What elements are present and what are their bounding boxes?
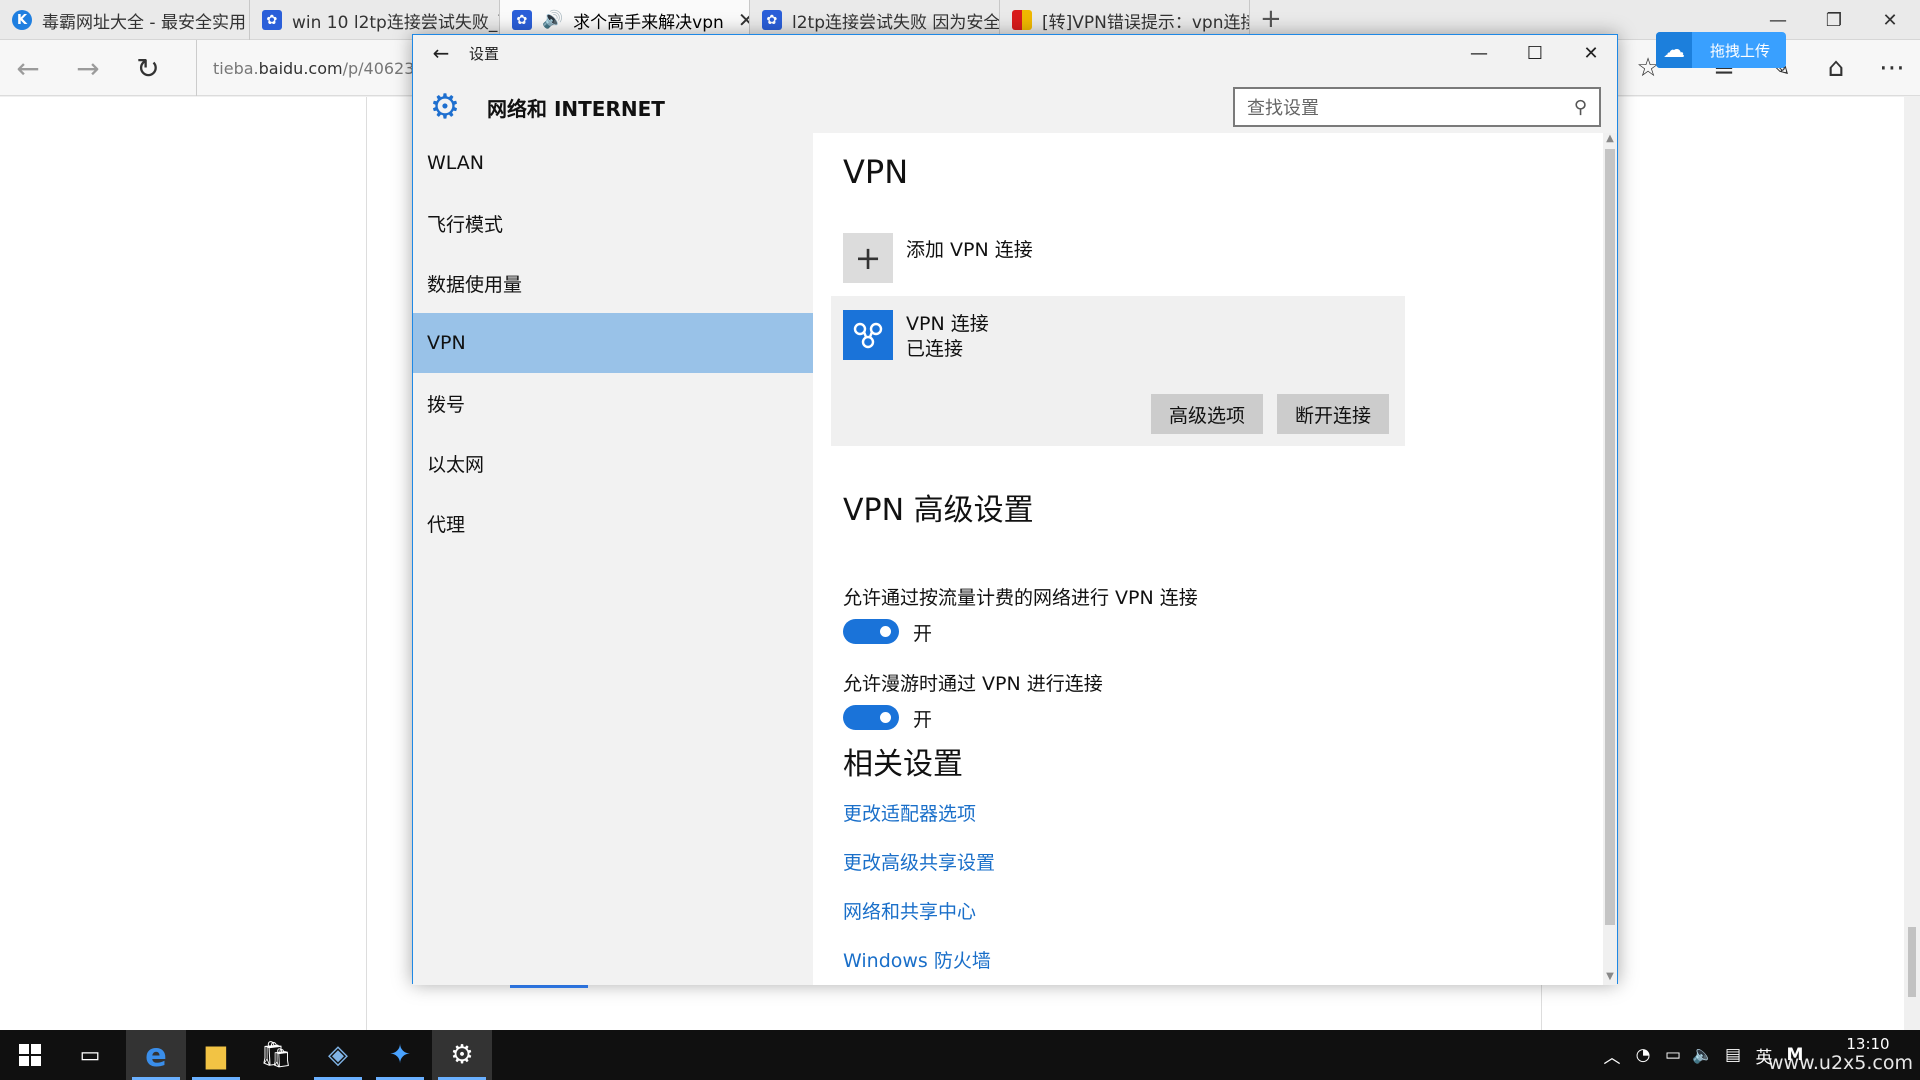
sidebar-item-ethernet[interactable]: 以太网 (413, 433, 813, 493)
page-heading: VPN (843, 153, 909, 191)
task-view-icon[interactable]: ▭ (60, 1030, 120, 1080)
settings-gear-taskbar-icon[interactable]: ⚙ (432, 1030, 492, 1080)
add-vpn-label: 添加 VPN 连接 (906, 239, 1033, 261)
taskbar: ▭ e ▆ 🛍 ◈ ✦ ⚙ ︿ ◔ ▭ 🔈 ▤ 英 M 13:10 (0, 1030, 1920, 1080)
scroll-up-icon[interactable]: ▲ (1603, 133, 1617, 144)
settings-close-icon[interactable]: ✕ (1563, 35, 1619, 71)
search-icon[interactable]: ⚲ (1574, 97, 1587, 118)
watermark-text: www.u2x5.com (1768, 1052, 1913, 1074)
sidebar-item-airplane-mode[interactable]: 飞行模式 (413, 193, 813, 253)
edge-browser-icon[interactable]: e (126, 1030, 186, 1080)
cloud-icon: ☁ (1656, 32, 1692, 68)
start-windows-icon[interactable] (0, 1030, 60, 1080)
sidebar-item-proxy[interactable]: 代理 (413, 493, 813, 553)
paw-icon: ✿ (512, 10, 532, 30)
roaming-toggle-label: 允许漫游时通过 VPN 进行连接 (843, 673, 1103, 695)
vpn-connection-name: VPN 连接 (906, 313, 989, 335)
upload-label: 拖拽上传 (1710, 41, 1771, 60)
clock-time: 13:10 (1846, 1035, 1890, 1053)
advanced-options-button[interactable]: 高级选项 (1151, 394, 1263, 434)
wifi-icon[interactable]: ◔ (1628, 1030, 1658, 1080)
settings-window: ← 设置 — ☐ ✕ ⚙ 网络和 INTERNET 查找设置 ⚲ WLAN 飞行… (412, 34, 1618, 985)
file-explorer-icon[interactable]: ▆ (186, 1030, 246, 1080)
url-prefix: tieba. (213, 58, 259, 78)
vpn-connection-card[interactable]: VPN 连接 已连接 高级选项 断开连接 (831, 296, 1405, 446)
settings-minimize-icon[interactable]: — (1451, 35, 1507, 71)
settings-scroll-thumb[interactable] (1605, 149, 1615, 925)
page-scrollbar[interactable] (1904, 97, 1920, 1030)
plus-icon[interactable]: + (843, 233, 893, 283)
refresh-icon[interactable]: ↻ (128, 48, 168, 88)
add-vpn-row[interactable]: + 添加 VPN 连接 (843, 233, 1033, 283)
section-title: 网络和 INTERNET (487, 97, 665, 121)
close-tab-icon[interactable]: ✕ (738, 8, 749, 32)
gear-icon: ⚙ (429, 87, 461, 127)
new-tab-button[interactable]: + (1260, 4, 1282, 34)
more-icon[interactable]: ⋯ (1872, 48, 1912, 88)
url-domain: baidu.com (258, 58, 343, 78)
store-icon[interactable]: 🛍 (246, 1030, 306, 1080)
tab-title: [转]VPN错误提示：vpn连接 (1042, 12, 1250, 33)
vpn-connection-status: 已连接 (906, 338, 964, 360)
roaming-toggle-switch[interactable] (843, 705, 899, 730)
tab-title: l2tp连接尝试失败 因为安全 (792, 12, 1000, 33)
metered-toggle-label: 允许通过按流量计费的网络进行 VPN 连接 (843, 587, 1198, 609)
sidebar-item-wlan[interactable]: WLAN (413, 133, 813, 193)
metered-toggle-state: 开 (913, 623, 933, 645)
tab-title: 求个高手来解决vpn (573, 12, 724, 33)
upload-widget[interactable]: ☁ 拖拽上传 (1656, 32, 1786, 68)
roaming-toggle-state: 开 (913, 709, 933, 731)
link-network-sharing-center[interactable]: 网络和共享中心 (843, 897, 976, 924)
tab-1[interactable]: K 毒霸网址大全 - 最安全实用 (0, 0, 250, 40)
disconnect-button[interactable]: 断开连接 (1277, 394, 1389, 434)
sidebar-item-vpn[interactable]: VPN (413, 313, 813, 373)
toggle-knob (880, 712, 891, 723)
metered-toggle-switch[interactable] (843, 619, 899, 644)
puzzle-app-icon[interactable]: ✦ (370, 1030, 430, 1080)
browser-restore-icon[interactable]: ❐ (1806, 0, 1862, 40)
forward-arrow-icon[interactable]: → (68, 48, 108, 88)
paw-icon: ✿ (762, 10, 782, 30)
page-scroll-thumb[interactable] (1908, 927, 1916, 997)
notes-app-icon[interactable]: ◈ (308, 1030, 368, 1080)
settings-title: 设置 (469, 44, 500, 63)
k-icon: K (12, 10, 32, 30)
audio-icon[interactable]: 🔊 (542, 10, 563, 30)
toggle-knob (880, 626, 891, 637)
settings-titlebar: ← 设置 — ☐ ✕ (413, 35, 1617, 71)
scroll-down-icon[interactable]: ▼ (1603, 971, 1617, 982)
tab-title: 毒霸网址大全 - 最安全实用 (42, 12, 246, 33)
tray-chevron-up-icon[interactable]: ︿ (1598, 1030, 1626, 1080)
paw-icon: ✿ (262, 10, 282, 30)
search-placeholder: 查找设置 (1247, 98, 1319, 119)
settings-search-input[interactable]: 查找设置 ⚲ (1233, 87, 1601, 127)
tab-title: win 10 l2tp连接尝试失败_百 (292, 12, 500, 33)
sidebar-item-dial-up[interactable]: 拨号 (413, 373, 813, 433)
back-arrow-icon[interactable]: ← (8, 48, 48, 88)
action-center-icon[interactable]: ▤ (1718, 1030, 1748, 1080)
advanced-settings-heading: VPN 高级设置 (843, 493, 1034, 528)
settings-scrollbar[interactable]: ▲ ▼ (1603, 133, 1617, 985)
browser-close-icon[interactable]: ✕ (1862, 0, 1918, 40)
settings-back-icon[interactable]: ← (413, 41, 469, 65)
sidebar-item-data-usage[interactable]: 数据使用量 (413, 253, 813, 313)
link-advanced-sharing[interactable]: 更改高级共享设置 (843, 848, 995, 875)
vpn-glyph (853, 322, 883, 349)
link-windows-firewall[interactable]: Windows 防火墙 (843, 946, 991, 973)
address-bar[interactable]: tieba. baidu.com/p/40623949 (196, 40, 445, 96)
color-block-icon (1012, 10, 1032, 30)
settings-maximize-icon[interactable]: ☐ (1507, 35, 1563, 71)
battery-icon[interactable]: ▭ (1658, 1030, 1688, 1080)
settings-sidebar: WLAN 飞行模式 数据使用量 VPN 拨号 以太网 代理 (413, 133, 813, 985)
share-icon[interactable]: ⌂ (1816, 48, 1856, 88)
vpn-link-icon (843, 310, 893, 360)
settings-content: VPN + 添加 VPN 连接 VPN 连接 已连接 高级选项 断开连接 VPN… (813, 133, 1603, 985)
related-settings-heading: 相关设置 (843, 747, 963, 782)
windows-logo (19, 1044, 41, 1066)
system-clock[interactable]: 13:10 (1840, 1034, 1896, 1054)
link-change-adapter-options[interactable]: 更改适配器选项 (843, 799, 976, 826)
volume-icon[interactable]: 🔈 (1688, 1030, 1718, 1080)
